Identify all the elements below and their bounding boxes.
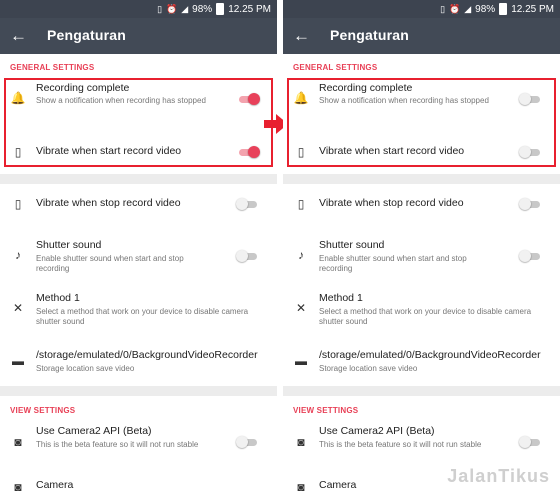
watermark: JalanTikus (447, 466, 550, 486)
setting-vibrate-stop[interactable]: ▯ Vibrate when stop record video (283, 190, 560, 220)
setting-title: Vibrate when stop record video (36, 197, 181, 209)
music-note-icon: ♪ (298, 248, 304, 262)
setting-subtitle: Select a method that work on your device… (319, 307, 532, 326)
setting-title: Shutter sound (319, 239, 385, 251)
settings-list: GENERAL SETTINGS 🔔 Recording complete Sh… (283, 54, 560, 495)
settings-list: GENERAL SETTINGS 🔔 Recording complete Sh… (0, 54, 277, 495)
camera-icon: ◙ (14, 435, 22, 449)
setting-title: Method 1 (36, 292, 80, 304)
status-bar: ▯ ⏰ ◢ 98% 12.25 PM (283, 0, 560, 18)
page-title: Pengaturan (47, 27, 127, 43)
section-view: VIEW SETTINGS (293, 406, 359, 415)
camera-icon: ◙ (14, 480, 22, 494)
section-general: GENERAL SETTINGS (10, 63, 95, 72)
setting-subtitle: Enable shutter sound when start and stop… (36, 254, 184, 273)
battery-percent: 98% (192, 3, 213, 15)
vibrate-status-icon: ▯ (440, 4, 446, 14)
folder-icon: ▬ (12, 354, 24, 368)
music-note-icon: ♪ (15, 248, 21, 262)
section-view: VIEW SETTINGS (10, 406, 76, 415)
setting-title: Vibrate when stop record video (319, 197, 464, 209)
camera-icon: ◙ (297, 480, 305, 494)
highlight-box (4, 78, 273, 167)
page-title: Pengaturan (330, 27, 410, 43)
setting-method[interactable]: ✕ Method 1 Select a method that work on … (0, 287, 277, 331)
toggle-vibrate-stop[interactable] (519, 197, 543, 211)
signal-icon: ◢ (181, 4, 189, 14)
setting-shutter-sound[interactable]: ♪ Shutter sound Enable shutter sound whe… (0, 234, 277, 278)
highlight-box (287, 78, 556, 167)
battery-percent: 98% (475, 3, 496, 15)
setting-subtitle: This is the beta feature so it will not … (36, 440, 199, 449)
setting-title: Shutter sound (36, 239, 102, 251)
settings-screen-after: ▯ ⏰ ◢ 98% 12.25 PM ← Pengaturan GENERAL … (283, 0, 560, 495)
arrow-left-icon[interactable]: ← (10, 26, 27, 46)
toggle-vibrate-stop[interactable] (236, 197, 260, 211)
setting-camera2[interactable]: ◙ Use Camera2 API (Beta) This is the bet… (283, 420, 560, 464)
divider (283, 174, 560, 184)
alarm-icon: ⏰ (449, 4, 461, 14)
vibrate-status-icon: ▯ (157, 4, 163, 14)
status-bar: ▯ ⏰ ◢ 98% 12.25 PM (0, 0, 277, 18)
setting-title: /storage/emulated/0/BackgroundVideoRecor… (36, 349, 258, 361)
setting-title: Camera (319, 479, 357, 491)
vibrate-icon: ▯ (14, 197, 22, 211)
settings-screen-before: ▯ ⏰ ◢ 98% 12.25 PM ← Pengaturan GENERAL … (0, 0, 277, 495)
setting-title: Camera (36, 479, 74, 491)
volume-off-icon: ✕ (12, 301, 24, 315)
divider (283, 386, 560, 396)
setting-camera2[interactable]: ◙ Use Camera2 API (Beta) This is the bet… (0, 420, 277, 464)
battery-icon (499, 3, 508, 15)
signal-icon: ◢ (464, 4, 472, 14)
arrow-left-icon[interactable]: ← (293, 26, 310, 46)
setting-title: Use Camera2 API (Beta) (36, 425, 152, 437)
toggle-camera2[interactable] (519, 435, 543, 449)
setting-subtitle: Storage location save video (319, 364, 418, 373)
camera-icon: ◙ (297, 435, 305, 449)
alarm-icon: ⏰ (166, 4, 178, 14)
volume-off-icon: ✕ (295, 301, 307, 315)
setting-vibrate-stop[interactable]: ▯ Vibrate when stop record video (0, 190, 277, 220)
setting-camera[interactable]: ◙ Camera (0, 474, 277, 495)
clock: 12.25 PM (511, 3, 554, 15)
setting-subtitle: Select a method that work on your device… (36, 307, 249, 326)
toggle-shutter-sound[interactable] (519, 249, 543, 263)
setting-title: /storage/emulated/0/BackgroundVideoRecor… (319, 349, 541, 361)
vibrate-icon: ▯ (297, 197, 305, 211)
setting-title: Method 1 (319, 292, 363, 304)
section-general: GENERAL SETTINGS (293, 63, 378, 72)
setting-subtitle: Enable shutter sound when start and stop… (319, 254, 467, 273)
battery-icon (216, 3, 225, 15)
setting-method[interactable]: ✕ Method 1 Select a method that work on … (283, 287, 560, 331)
setting-title: Use Camera2 API (Beta) (319, 425, 435, 437)
setting-shutter-sound[interactable]: ♪ Shutter sound Enable shutter sound whe… (283, 234, 560, 278)
divider (0, 386, 277, 396)
toggle-shutter-sound[interactable] (236, 249, 260, 263)
app-toolbar: ← Pengaturan (0, 18, 277, 54)
setting-storage[interactable]: ▬ /storage/emulated/0/BackgroundVideoRec… (283, 344, 560, 382)
setting-subtitle: This is the beta feature so it will not … (319, 440, 482, 449)
setting-storage[interactable]: ▬ /storage/emulated/0/BackgroundVideoRec… (0, 344, 277, 382)
folder-icon: ▬ (295, 354, 307, 368)
app-toolbar: ← Pengaturan (283, 18, 560, 54)
divider (0, 174, 277, 184)
setting-subtitle: Storage location save video (36, 364, 135, 373)
toggle-camera2[interactable] (236, 435, 260, 449)
clock: 12.25 PM (228, 3, 271, 15)
